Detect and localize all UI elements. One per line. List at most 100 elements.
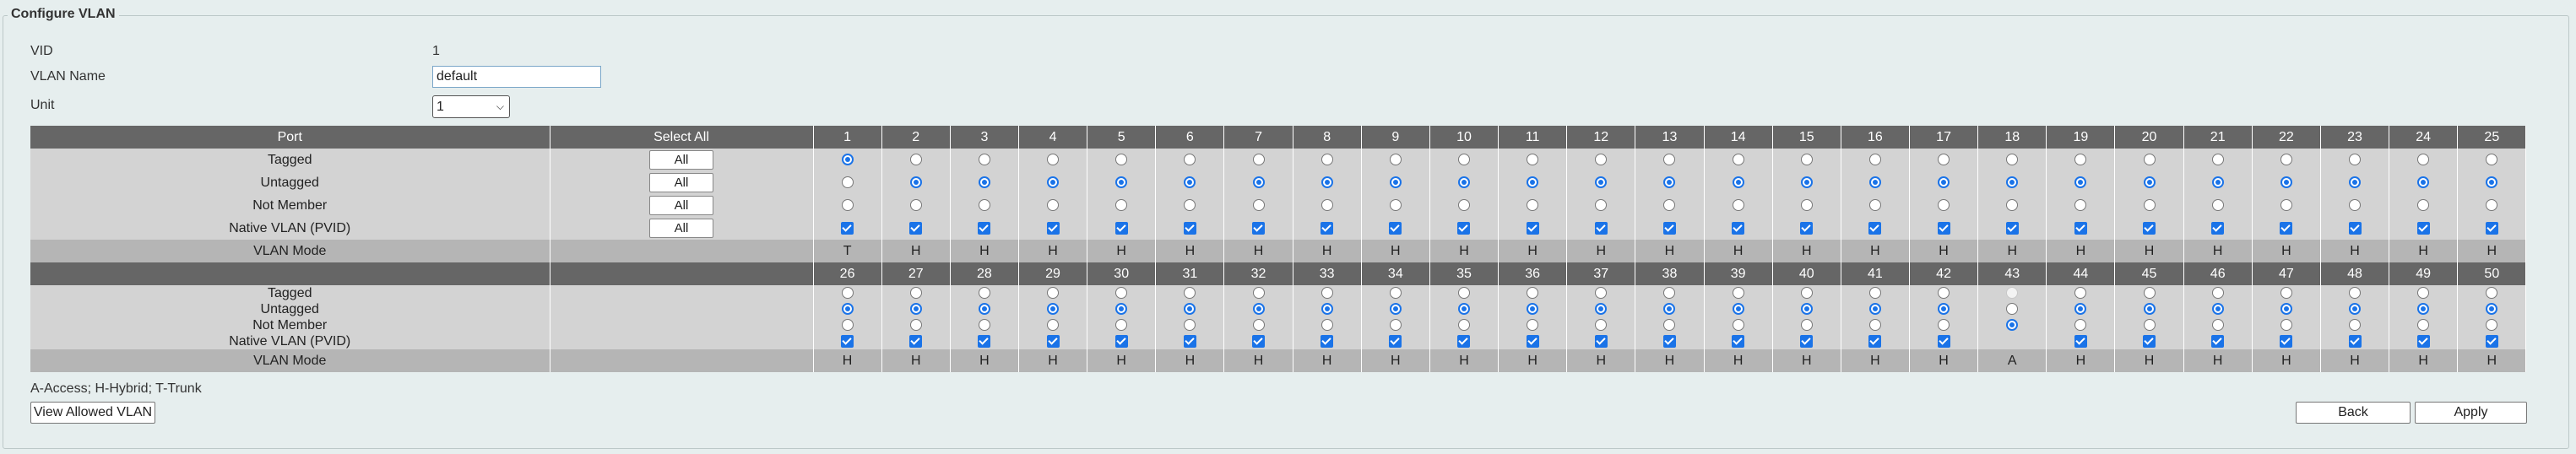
- port-untagged-radio[interactable]: [2006, 176, 2019, 189]
- port-untagged-radio[interactable]: [1252, 303, 1265, 316]
- port-untagged-radio[interactable]: [1527, 303, 1539, 316]
- port-notmember-radio[interactable]: [2074, 319, 2087, 332]
- port-notmember-radio[interactable]: [1732, 199, 1744, 212]
- native-vlan-checkbox[interactable]: [978, 334, 991, 348]
- port-notmember-radio[interactable]: [1527, 199, 1539, 212]
- port-untagged-radio[interactable]: [841, 176, 854, 189]
- native-vlan-checkbox[interactable]: [1526, 334, 1539, 348]
- port-tagged-radio[interactable]: [1047, 154, 1060, 166]
- port-notmember-radio[interactable]: [1527, 319, 1539, 332]
- port-untagged-radio[interactable]: [1457, 303, 1470, 316]
- native-vlan-checkbox[interactable]: [1800, 334, 1814, 348]
- port-tagged-radio[interactable]: [2280, 154, 2292, 166]
- port-notmember-radio[interactable]: [841, 199, 854, 212]
- port-untagged-radio[interactable]: [1663, 176, 1676, 189]
- native-vlan-checkbox[interactable]: [1114, 221, 1128, 235]
- native-vlan-checkbox[interactable]: [1800, 221, 1814, 235]
- native-vlan-checkbox[interactable]: [1937, 221, 1950, 235]
- port-tagged-radio[interactable]: [1595, 287, 1608, 300]
- port-notmember-radio[interactable]: [1047, 319, 1060, 332]
- port-untagged-radio[interactable]: [1938, 176, 1950, 189]
- port-notmember-radio[interactable]: [978, 199, 990, 212]
- port-untagged-radio[interactable]: [1457, 176, 1470, 189]
- native-vlan-checkbox[interactable]: [2143, 221, 2156, 235]
- native-vlan-checkbox[interactable]: [2211, 221, 2225, 235]
- select-all-button[interactable]: All: [649, 150, 713, 170]
- port-notmember-radio[interactable]: [2349, 199, 2362, 212]
- port-tagged-radio[interactable]: [1527, 154, 1539, 166]
- port-tagged-radio[interactable]: [1663, 287, 1676, 300]
- native-vlan-checkbox[interactable]: [1457, 334, 1471, 348]
- native-vlan-checkbox[interactable]: [2416, 334, 2430, 348]
- port-untagged-radio[interactable]: [978, 176, 990, 189]
- port-notmember-radio[interactable]: [2006, 199, 2019, 212]
- port-tagged-radio[interactable]: [2074, 154, 2087, 166]
- view-allowed-vlan-button[interactable]: View Allowed VLAN: [30, 402, 155, 424]
- port-notmember-radio[interactable]: [1389, 319, 1402, 332]
- native-vlan-checkbox[interactable]: [1389, 334, 1402, 348]
- port-notmember-radio[interactable]: [1115, 319, 1128, 332]
- port-untagged-radio[interactable]: [1115, 303, 1128, 316]
- port-notmember-radio[interactable]: [1321, 319, 1333, 332]
- port-untagged-radio[interactable]: [1732, 176, 1744, 189]
- native-vlan-checkbox[interactable]: [1321, 221, 1334, 235]
- port-tagged-radio[interactable]: [1732, 287, 1744, 300]
- port-tagged-radio[interactable]: [1115, 287, 1128, 300]
- port-tagged-radio[interactable]: [1527, 287, 1539, 300]
- port-untagged-radio[interactable]: [1047, 303, 1060, 316]
- native-vlan-checkbox[interactable]: [2416, 221, 2430, 235]
- port-notmember-radio[interactable]: [2280, 319, 2292, 332]
- port-tagged-radio[interactable]: [2417, 287, 2430, 300]
- port-notmember-radio[interactable]: [2486, 319, 2498, 332]
- port-tagged-radio[interactable]: [1732, 154, 1744, 166]
- port-notmember-radio[interactable]: [1663, 199, 1676, 212]
- native-vlan-checkbox[interactable]: [978, 221, 991, 235]
- port-tagged-radio[interactable]: [1389, 287, 1402, 300]
- port-notmember-radio[interactable]: [1457, 319, 1470, 332]
- port-notmember-radio[interactable]: [1184, 319, 1196, 332]
- native-vlan-checkbox[interactable]: [1183, 334, 1196, 348]
- port-untagged-radio[interactable]: [2280, 176, 2292, 189]
- native-vlan-checkbox[interactable]: [2348, 334, 2362, 348]
- native-vlan-checkbox[interactable]: [2280, 334, 2293, 348]
- port-untagged-radio[interactable]: [1527, 176, 1539, 189]
- port-untagged-radio[interactable]: [1389, 303, 1402, 316]
- port-untagged-radio[interactable]: [2417, 303, 2430, 316]
- native-vlan-checkbox[interactable]: [1868, 221, 1882, 235]
- native-vlan-checkbox[interactable]: [841, 334, 854, 348]
- port-tagged-radio[interactable]: [1321, 287, 1333, 300]
- port-untagged-radio[interactable]: [1595, 176, 1608, 189]
- port-tagged-radio[interactable]: [841, 154, 854, 166]
- port-tagged-radio[interactable]: [1938, 287, 1950, 300]
- native-vlan-checkbox[interactable]: [1594, 334, 1608, 348]
- port-untagged-radio[interactable]: [1663, 303, 1676, 316]
- port-notmember-radio[interactable]: [2349, 319, 2362, 332]
- port-notmember-radio[interactable]: [2417, 319, 2430, 332]
- native-vlan-checkbox[interactable]: [1662, 221, 1676, 235]
- native-vlan-checkbox[interactable]: [1594, 221, 1608, 235]
- port-tagged-radio[interactable]: [2211, 287, 2224, 300]
- port-tagged-radio[interactable]: [2486, 287, 2498, 300]
- native-vlan-checkbox[interactable]: [1868, 334, 1882, 348]
- port-tagged-radio[interactable]: [1800, 287, 1813, 300]
- port-tagged-radio[interactable]: [1868, 154, 1881, 166]
- port-tagged-radio[interactable]: [2211, 154, 2224, 166]
- port-notmember-radio[interactable]: [1732, 319, 1744, 332]
- port-tagged-radio[interactable]: [2074, 287, 2087, 300]
- port-notmember-radio[interactable]: [909, 319, 922, 332]
- port-tagged-radio[interactable]: [2486, 154, 2498, 166]
- port-untagged-radio[interactable]: [2211, 176, 2224, 189]
- port-untagged-radio[interactable]: [1938, 303, 1950, 316]
- port-tagged-radio[interactable]: [909, 154, 922, 166]
- native-vlan-checkbox[interactable]: [1457, 221, 1471, 235]
- port-untagged-radio[interactable]: [2417, 176, 2430, 189]
- native-vlan-checkbox[interactable]: [2485, 221, 2498, 235]
- port-tagged-radio[interactable]: [1389, 154, 1402, 166]
- native-vlan-checkbox[interactable]: [1662, 334, 1676, 348]
- port-untagged-radio[interactable]: [2486, 176, 2498, 189]
- port-untagged-radio[interactable]: [2280, 303, 2292, 316]
- port-untagged-radio[interactable]: [1595, 303, 1608, 316]
- port-notmember-radio[interactable]: [2143, 319, 2156, 332]
- port-untagged-radio[interactable]: [1184, 303, 1196, 316]
- port-tagged-radio[interactable]: [2280, 287, 2292, 300]
